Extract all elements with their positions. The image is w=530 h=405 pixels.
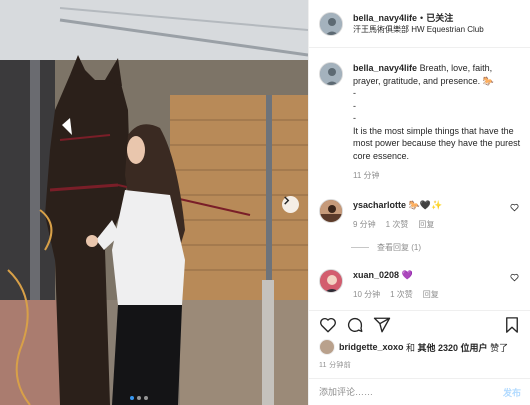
comment-text: 🐎🖤✨ xyxy=(408,199,443,210)
comment-avatar[interactable] xyxy=(319,198,343,223)
comment-likes[interactable]: 1 次赞 xyxy=(386,219,409,230)
caption-username[interactable]: bella_navy4life xyxy=(353,63,417,73)
comment-input[interactable] xyxy=(319,387,503,397)
avatar[interactable] xyxy=(319,11,343,36)
comment-username[interactable]: ysacharlotte xyxy=(353,200,406,210)
likes-summary: bridgette_xoxo 和 其他 2320 位用户 赞了 xyxy=(319,339,508,355)
comment-reply-button[interactable]: 回复 xyxy=(423,289,439,300)
caption-avatar[interactable] xyxy=(319,62,343,86)
comment-button[interactable] xyxy=(344,314,366,336)
post-sidebar: bella_navy4life • 已关注 汗王馬術俱樂部 HW Equestr… xyxy=(308,0,530,405)
avatar-image xyxy=(320,63,342,85)
share-button[interactable] xyxy=(371,314,393,336)
add-comment-bar: 发布 xyxy=(309,378,530,405)
comment-time: 9 分钟 xyxy=(353,219,376,229)
header-separator: • xyxy=(420,12,424,23)
likes-others-link[interactable]: 其他 2320 位用户 xyxy=(418,341,488,354)
heart-icon[interactable] xyxy=(510,203,519,212)
heart-icon xyxy=(320,317,336,332)
caption-content: Breath, love, faith, prayer, gratitude, … xyxy=(353,63,521,161)
bookmark-icon xyxy=(506,316,518,333)
likes-suffix: 赞了 xyxy=(487,342,509,353)
comment-item: ysacharlotte 🐎🖤✨ 9 分钟 1 次赞 回复 xyxy=(319,198,521,230)
caption: bella_navy4life Breath, love, faith, pra… xyxy=(319,62,521,183)
comment-likes[interactable]: 1 次赞 xyxy=(390,289,413,300)
comment-reply-button[interactable]: 回复 xyxy=(418,219,434,230)
carousel-indicator xyxy=(130,396,148,400)
post-header: bella_navy4life • 已关注 汗王馬術俱樂部 HW Equestr… xyxy=(309,0,530,48)
liker-avatar[interactable] xyxy=(319,339,335,355)
post-timestamp: 11 分钟前 xyxy=(319,362,352,369)
heart-icon[interactable] xyxy=(510,273,519,282)
comments-scroll-area[interactable]: bella_navy4life Breath, love, faith, pra… xyxy=(309,48,530,310)
chevron-right-icon xyxy=(284,196,290,205)
like-button[interactable] xyxy=(317,314,339,336)
carousel-dot-3 xyxy=(144,396,148,400)
liker-username[interactable]: bridgette_xoxo xyxy=(339,342,404,352)
follow-button[interactable]: 已关注 xyxy=(426,12,453,24)
header-username[interactable]: bella_navy4life xyxy=(353,12,417,24)
comment-item: xuan_0208 💜 10 分钟 1 次赞 回复 xyxy=(319,268,521,300)
carousel-next-button[interactable] xyxy=(282,196,299,213)
view-replies-button[interactable]: 查看回复 (1) xyxy=(351,242,521,253)
carousel-dot-2 xyxy=(137,396,141,400)
avatar-image xyxy=(320,12,342,35)
post-comment-button[interactable]: 发布 xyxy=(503,386,521,399)
replies-divider xyxy=(351,246,369,248)
comment-time: 10 分钟 xyxy=(353,289,381,299)
location-link[interactable]: 汗王馬術俱樂部 HW Equestrian Club xyxy=(353,24,484,36)
avatar-image xyxy=(320,269,342,292)
view-replies-label: 查看回复 (1) xyxy=(377,242,421,252)
caption-timestamp: 11 分钟 xyxy=(353,171,380,180)
avatar-image xyxy=(320,199,342,222)
post-photo-illustration xyxy=(0,0,308,405)
comment-text: 💜 xyxy=(401,269,413,280)
share-icon xyxy=(373,317,391,332)
post-photo[interactable] xyxy=(0,0,308,405)
caption-text: bella_navy4life Breath, love, faith, pra… xyxy=(353,62,521,162)
post-action-bar xyxy=(309,310,530,338)
carousel-dot-1 xyxy=(130,396,134,400)
comment-avatar[interactable] xyxy=(319,268,343,293)
comment-username[interactable]: xuan_0208 xyxy=(353,270,399,280)
likes-connector: 和 xyxy=(403,342,418,353)
save-button[interactable] xyxy=(501,314,523,336)
comment-icon xyxy=(347,317,363,332)
